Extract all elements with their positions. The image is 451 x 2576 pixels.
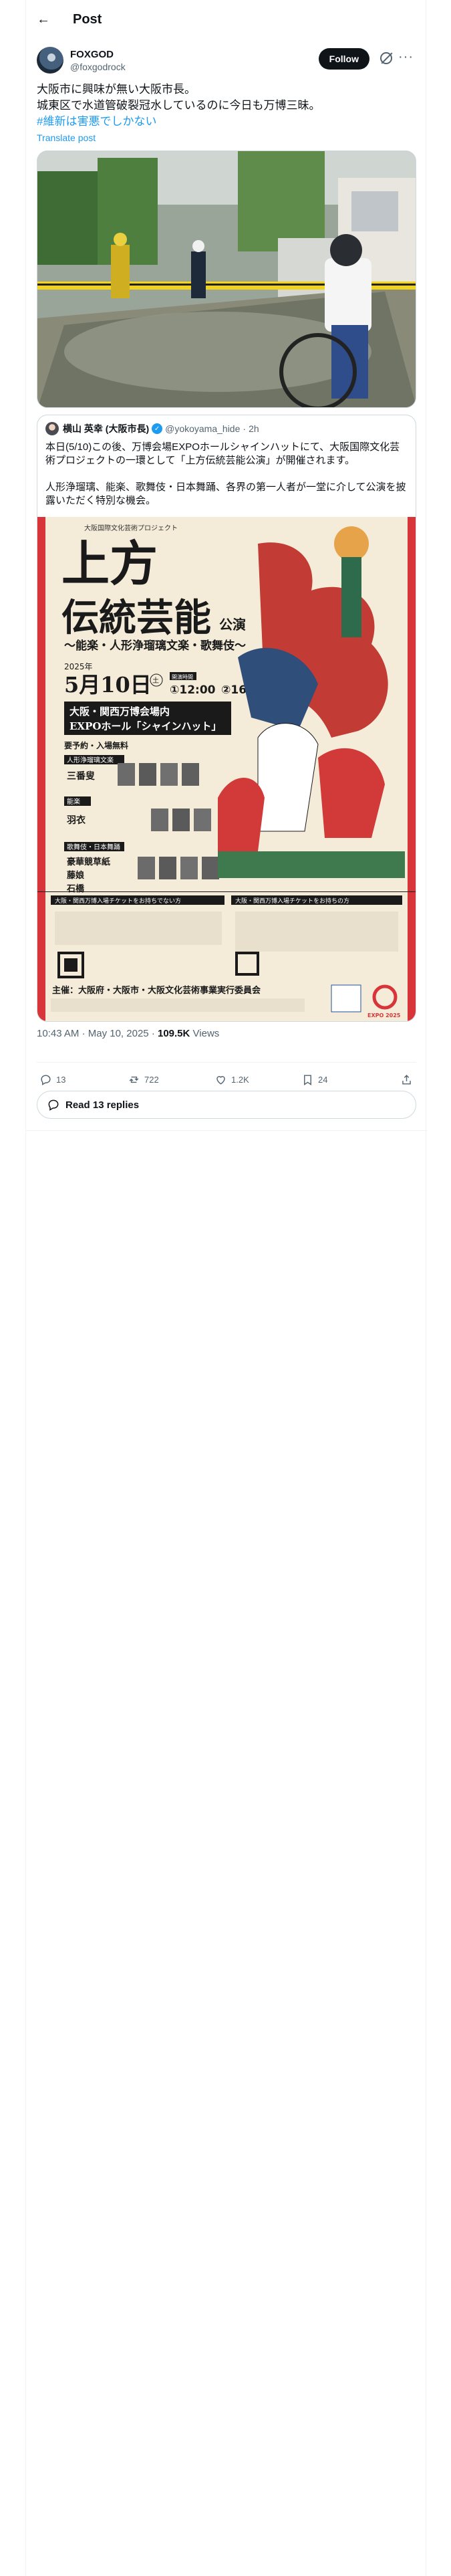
poster-section-1: 人形浄瑠璃文楽 [67,756,114,764]
quoted-display-name[interactable]: 横山 英幸 (大阪市長) [63,422,149,435]
poster-expo-label: EXPO 2025 [367,1012,401,1018]
quoted-line: 本日(5/10)この後、万博会場EXPOホールシャインハットにて、大阪国際文化芸 [45,441,400,453]
quoted-line: 露いただく特別な機会。 [45,495,156,506]
poster-section-2: 能楽 [67,797,80,806]
page-header: ← Post [26,0,427,39]
share-button[interactable] [400,1073,417,1086]
tweet-text: 大阪市に興味が無い大阪市長。 城東区で水道管破裂冠水しているのに今日も万博三昧。… [37,82,416,130]
poster-time-1: ①12:00 [170,683,216,697]
heart-icon [216,1076,225,1085]
poster-section-3: 歌舞伎・日本舞踊 [67,843,120,851]
bookmark-count: 24 [318,1075,328,1085]
reply-count: 13 [56,1075,66,1085]
grok-icon[interactable] [380,52,392,64]
poster-weekday: 土 [152,676,159,685]
timestamp-dot: · [82,1028,86,1039]
event-poster[interactable]: 大阪国際文化芸術プロジェクト 上方 伝統芸能 公演 〜能楽・人形浄瑠璃文楽・歌舞… [37,517,416,1021]
follow-button[interactable]: Follow [318,48,369,70]
separator-dot: · [243,423,247,434]
repost-button[interactable]: 722 [128,1073,159,1086]
poster-year: 2025年 [64,662,93,671]
quoted-avatar[interactable] [45,422,59,435]
views-count[interactable]: 109.5K [158,1028,190,1039]
poster-venue-2: EXPOホール「シャインハット」 [69,720,221,732]
repost-icon [129,1076,139,1083]
poster-date: 5月10日 [64,672,152,697]
action-bar: 13 722 1.2K 24 [37,1062,416,1086]
poster-ticket: 要予約・入場無料 [64,740,128,750]
poster-bottom-right: 大阪・関西万博入場チケットをお持ちの方 [235,897,349,905]
poster-subtitle: 〜能楽・人形浄瑠璃文楽・歌舞伎〜 [64,639,246,653]
author-row: FOXGOD @foxgodrock Follow ··· [37,45,416,75]
bookmark-icon [304,1075,311,1085]
tweet-line: 大阪市に興味が無い大阪市長。 [37,83,196,96]
poster-title-suffix: 公演 [219,617,246,633]
poster-program-3b: 藤娘 [67,870,85,881]
arrow-left-icon[interactable]: ← [37,13,50,26]
read-replies-button[interactable]: Read 13 replies [37,1091,416,1119]
poster-times-label: 開演時間 [172,673,193,680]
quoted-post[interactable]: 横山 英幸 (大阪市長) ✓ @yokoyama_hide · 2h 本日(5/… [37,415,416,1022]
verified-badge-icon: ✓ [152,423,163,434]
quoted-line: 人形浄瑠璃、能楽、歌舞伎・日本舞踊、各界の第一人者が一堂に介して公演を披 [45,481,406,493]
poster-organizer: 主催：大阪府・大阪市・大阪文化芸術事業実行委員会 [52,985,261,996]
poster-title-main: 上方 [61,535,158,592]
translate-link[interactable]: Translate post [37,132,96,143]
like-button[interactable]: 1.2K [214,1073,249,1086]
page-title: Post [73,11,102,27]
poster-top-caption: 大阪国際文化芸術プロジェクト [84,524,178,532]
author-names: FOXGOD @foxgodrock [70,49,126,72]
read-replies-label: Read 13 replies [65,1099,140,1111]
poster-venue-1: 大阪・関西万博会場内 [69,706,170,718]
reply-button[interactable]: 13 [39,1073,65,1086]
poster-program-3a: 豪華競草紙 [67,857,110,867]
views-label: Views [192,1028,220,1039]
divider [26,1130,427,1131]
poster-bottom-left: 大阪・関西万博入場チケットをお持ちでない方 [55,897,181,905]
bookmark-button[interactable]: 24 [301,1073,327,1086]
quoted-line: 術プロジェクトの一環として「上方伝統芸能公演」が開催されます。 [45,455,355,466]
quoted-author: 横山 英幸 (大阪市長) ✓ @yokoyama_hide · 2h [45,422,259,435]
main-column: ← Post FOXGOD @foxgodrock Follow ··· 大阪市… [25,0,427,2576]
poster-program-2: 羽衣 [67,815,86,826]
tweet-line: 城東区で水道管破裂冠水しているのに今日も万博三昧。 [37,99,321,112]
reply-icon [41,1075,51,1085]
poster-title-line2: 伝統芸能 [61,596,211,640]
quoted-handle[interactable]: @yokoyama_hide [165,423,240,434]
like-count: 1.2K [231,1075,249,1085]
quoted-text: 本日(5/10)この後、万博会場EXPOホールシャインハットにて、大阪国際文化芸… [45,441,409,508]
post-photo[interactable] [37,150,416,408]
quoted-time[interactable]: 2h [249,423,259,434]
post-time[interactable]: 10:43 AM [37,1028,79,1039]
hashtag-link[interactable]: #維新は害悪でしかない [37,114,416,130]
post-timestamp: 10:43 AM · May 10, 2025 · 109.5K Views [37,1028,219,1039]
post-date[interactable]: May 10, 2025 [88,1028,149,1039]
poster-program-3c: 石橋 [66,883,85,894]
poster-artwork: 大阪国際文化芸術プロジェクト 上方 伝統芸能 公演 〜能楽・人形浄瑠璃文楽・歌舞… [37,517,416,1021]
handle[interactable]: @foxgodrock [70,62,126,72]
display-name[interactable]: FOXGOD [70,49,126,60]
avatar[interactable] [37,47,63,74]
timestamp-dot: · [151,1028,155,1039]
repost-count: 722 [144,1075,159,1085]
more-horizontal-icon[interactable]: ··· [398,49,414,65]
share-icon [402,1075,411,1085]
flooded-street-photo [37,151,416,407]
replies-bubble-icon [48,1099,59,1111]
poster-program-1: 三番叟 [67,770,95,782]
